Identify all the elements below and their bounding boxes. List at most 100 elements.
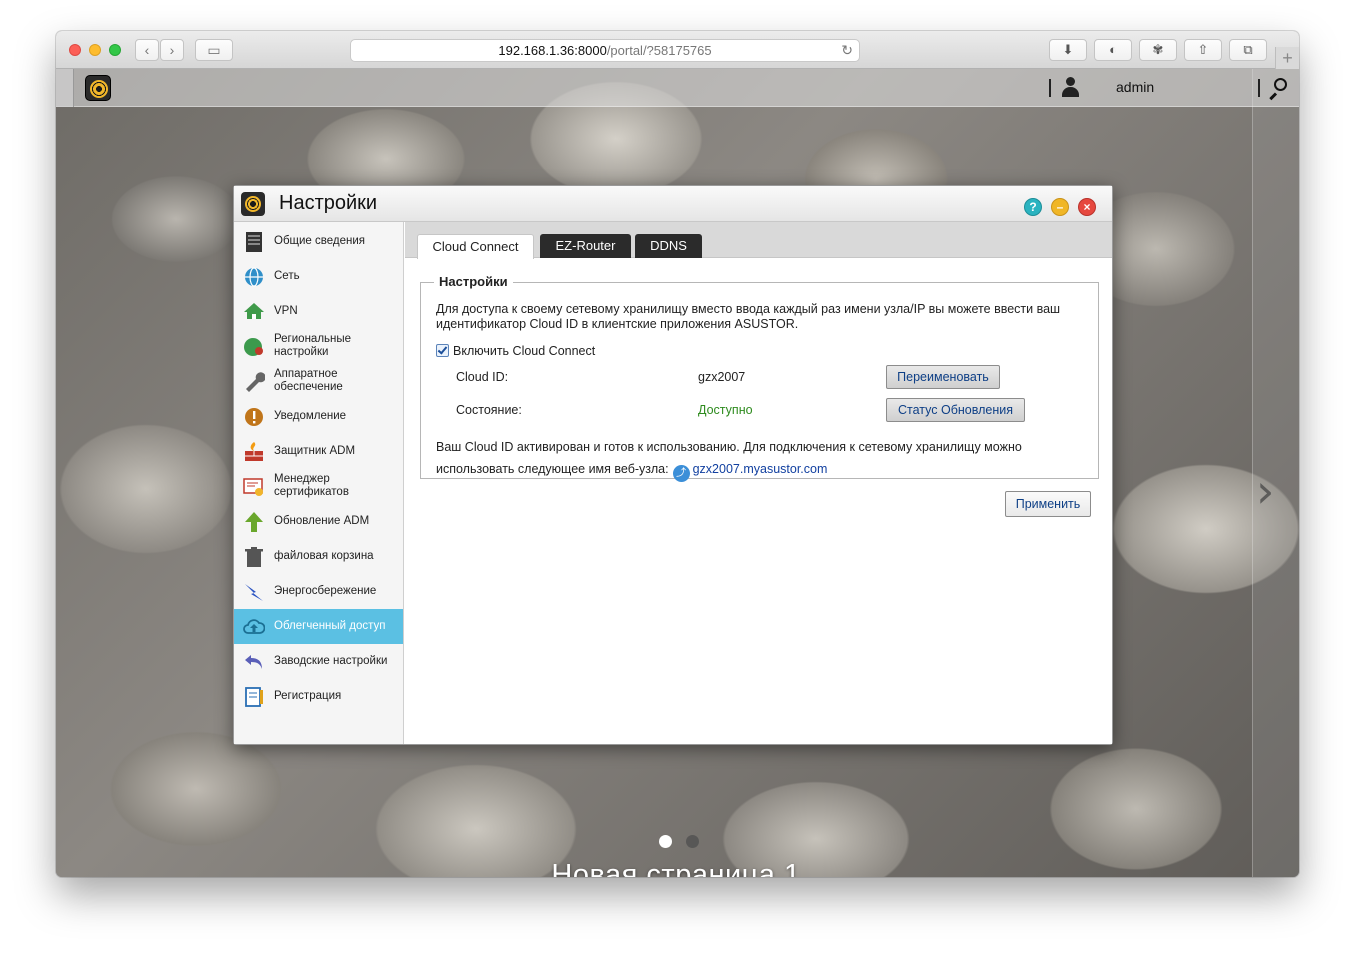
taskbar-left-edge	[56, 69, 74, 107]
sidebar-item-label: Региональные настройки	[274, 333, 352, 358]
adm-desktop: › admin Настройки ? – × Общие сведения С…	[56, 69, 1299, 877]
desktop-page-caption: Новая страница 1	[551, 859, 801, 877]
plus-icon: +	[1282, 48, 1293, 68]
status-value: Доступно	[698, 403, 753, 417]
share-link-icon: ⤴	[672, 465, 690, 482]
browser-toolbar: ‹ › ▭ 192.168.1.36:8000/portal/?58175765…	[56, 31, 1299, 69]
sidebar-item-label: файловая корзина	[274, 550, 374, 562]
address-bar[interactable]: 192.168.1.36:8000/portal/?58175765 ↻	[350, 39, 860, 62]
refresh-status-button[interactable]: Статус Обновления	[886, 398, 1025, 422]
downloads-button[interactable]: ⬇	[1049, 39, 1087, 61]
sidebar-item-label: Регистрация	[274, 690, 342, 702]
sidebar-item-power-saving[interactable]: Энергосбережение	[234, 574, 403, 609]
cloud-id-label: Cloud ID:	[456, 370, 509, 384]
sidebar-item-factory-reset[interactable]: Заводские настройки	[234, 644, 403, 679]
page-dot-active[interactable]	[659, 835, 672, 848]
sidebar-item-label: Менеджер сертификатов	[274, 473, 349, 498]
home-network-icon	[244, 303, 264, 319]
upload-arrow-icon	[245, 512, 263, 532]
sidebar-item-label: Уведомление	[274, 410, 347, 422]
sidebar-icon: ▭	[207, 42, 221, 58]
sidebar-item-general[interactable]: Общие сведения	[234, 224, 403, 259]
sidebar-item-network[interactable]: Сеть	[234, 259, 403, 294]
window-minimize-button[interactable]	[89, 44, 101, 56]
shield-icon: ◐	[1109, 42, 1117, 57]
browser-window: ‹ › ▭ 192.168.1.36:8000/portal/?58175765…	[56, 31, 1299, 877]
status-label: Состояние:	[456, 403, 522, 417]
dialog-title: Настройки	[279, 192, 378, 214]
username[interactable]: admin	[1116, 79, 1154, 95]
sidebar-toggle-button[interactable]: ▭	[195, 39, 233, 61]
settings-description: Для доступа к своему сетевому хранилищу …	[436, 302, 1061, 331]
tab-ez-router[interactable]: EZ-Router	[540, 234, 631, 258]
sidebar-item-hardware[interactable]: Аппаратное обеспечение	[234, 364, 403, 399]
new-tab-button[interactable]: +	[1275, 47, 1299, 69]
window-zoom-button[interactable]	[109, 44, 121, 56]
close-button[interactable]: ×	[1078, 198, 1096, 216]
sidebar-item-notification[interactable]: Уведомление	[234, 399, 403, 434]
forward-button[interactable]: ›	[160, 39, 184, 61]
help-button[interactable]: ?	[1024, 198, 1042, 216]
tab-cloud-connect[interactable]: Cloud Connect	[417, 234, 534, 259]
sidebar-item-certificates[interactable]: Менеджер сертификатов	[234, 469, 403, 504]
dialog-titlebar[interactable]: Настройки ? – ×	[234, 186, 1112, 222]
cloud-upload-icon	[243, 619, 265, 634]
tabs-overview-button[interactable]: ⧉	[1229, 39, 1267, 61]
globe-icon	[245, 267, 263, 287]
divider	[1258, 79, 1260, 97]
settings-main-pane: Cloud Connect EZ-Router DDNS Настройки Д…	[405, 222, 1112, 744]
certificate-icon	[243, 478, 263, 496]
back-button[interactable]: ‹	[135, 39, 159, 61]
wrench-icon	[246, 372, 265, 392]
sidebar-item-label: Сеть	[274, 270, 300, 282]
window-close-button[interactable]	[69, 44, 81, 56]
rename-button[interactable]: Переименовать	[886, 365, 1000, 389]
undo-icon	[245, 655, 262, 669]
tabs-icon: ⧉	[1243, 42, 1253, 57]
apply-button[interactable]: Применить	[1005, 491, 1091, 517]
sidebar-item-label: Заводские настройки	[274, 655, 388, 667]
enable-cloud-connect-checkbox[interactable]	[436, 344, 449, 357]
sidebar-item-vpn[interactable]: VPN	[234, 294, 403, 329]
next-page-chevron-icon[interactable]: ›	[1256, 464, 1274, 518]
user-icon[interactable]	[1061, 77, 1079, 97]
reload-icon[interactable]: ↻	[841, 40, 853, 61]
settings-dialog: Настройки ? – × Общие сведения Сеть VPN	[233, 185, 1113, 745]
tab-ddns[interactable]: DDNS	[635, 234, 702, 258]
search-icon[interactable]	[1268, 78, 1288, 101]
tab-bar: Cloud Connect EZ-Router DDNS	[405, 222, 1112, 259]
extension-button[interactable]: ◐	[1094, 39, 1132, 61]
enable-cloud-connect-row[interactable]: Включить Cloud Connect	[436, 344, 595, 358]
sidebar-item-registration[interactable]: Регистрация	[234, 679, 403, 714]
trash-icon	[245, 547, 263, 567]
adm-logo-icon[interactable]	[85, 75, 111, 101]
firewall-icon	[245, 442, 263, 461]
sidebar-item-regional[interactable]: Региональные настройки	[234, 329, 403, 364]
paw-icon: ✾	[1152, 42, 1164, 57]
extension-paw-button[interactable]: ✾	[1139, 39, 1177, 61]
registration-icon	[245, 687, 263, 707]
enable-cloud-connect-label[interactable]: Включить Cloud Connect	[453, 344, 595, 358]
lightning-icon	[245, 584, 263, 601]
settings-app-icon	[241, 192, 265, 216]
sidebar-item-label: Защитник ADM	[274, 445, 356, 457]
url-path: /portal/?58175765	[606, 43, 712, 58]
sidebar-item-adm-defender[interactable]: Защитник ADM	[234, 434, 403, 469]
sidebar-item-adm-update[interactable]: Обновление ADM	[234, 504, 403, 539]
alert-icon	[245, 408, 263, 426]
chevron-right-icon: ›	[169, 42, 175, 58]
cloud-id-note: Ваш Cloud ID активирован и готов к испол…	[436, 436, 1096, 482]
cloud-id-value: gzx2007	[698, 370, 746, 384]
sidebar-item-recycle-bin[interactable]: файловая корзина	[234, 539, 403, 574]
settings-group-legend: Настройки	[434, 274, 513, 289]
sidebar-item-ez-connect[interactable]: Облегченный доступ	[234, 609, 403, 644]
page-dot[interactable]	[686, 835, 699, 848]
share-button[interactable]: ⇧	[1184, 39, 1222, 61]
myasustor-link[interactable]: gzx2007.myasustor.com	[693, 462, 828, 476]
sidebar-item-label: Аппаратное обеспечение	[274, 368, 343, 393]
minimize-button[interactable]: –	[1051, 198, 1069, 216]
sidebar-item-label: VPN	[274, 305, 298, 317]
share-icon: ⇧	[1197, 42, 1209, 57]
sidebar-item-label: Обновление ADM	[274, 515, 370, 527]
settings-sidebar: Общие сведения Сеть VPN Региональные нас…	[234, 222, 404, 744]
